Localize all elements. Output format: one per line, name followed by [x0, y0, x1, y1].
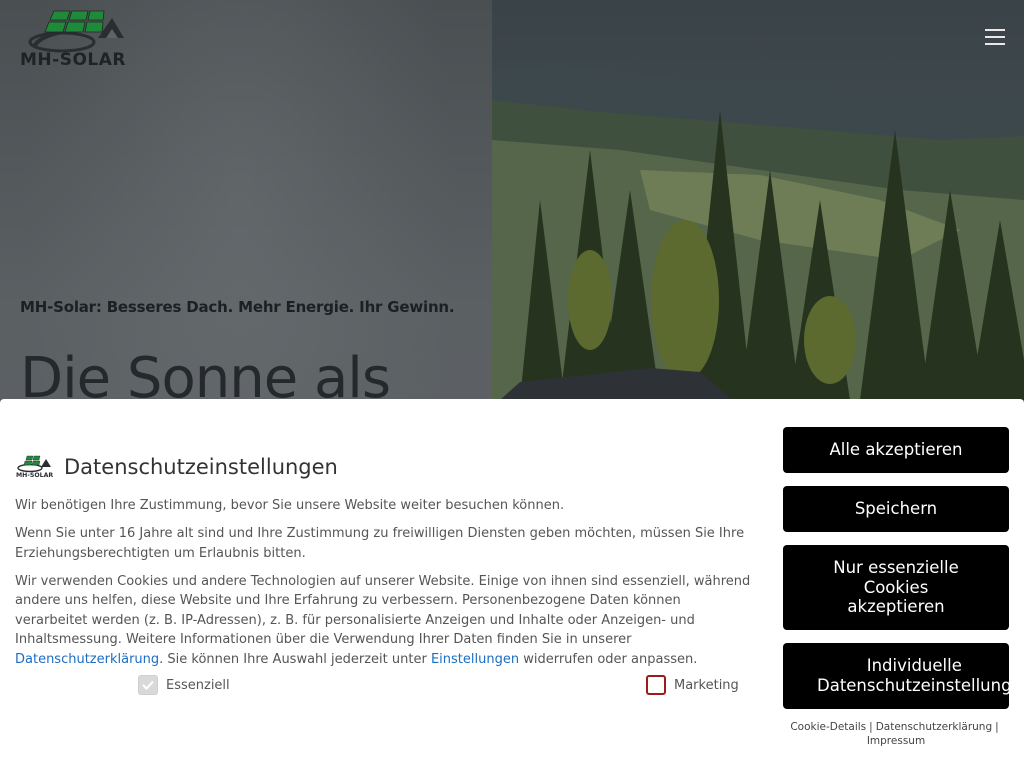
hamburger-menu-icon[interactable]	[982, 24, 1008, 48]
consent-body: Wir benötigen Ihre Zustimmung, bevor Sie…	[15, 496, 755, 678]
consent-logo-text: MH-SOLAR	[16, 472, 53, 479]
individual-settings-label-line1: Individuelle	[866, 656, 962, 676]
consent-intro-text: Wir benötigen Ihre Zustimmung, bevor Sie…	[15, 498, 565, 513]
cookie-details-link[interactable]: Cookie-Details	[790, 721, 866, 733]
footer-separator: |	[995, 721, 999, 733]
hero-tagline: MH-Solar: Besseres Dach. Mehr Energie. I…	[20, 298, 455, 316]
marketing-checkbox[interactable]: Marketing	[646, 675, 739, 695]
consent-cookies-text: Wir verwenden Cookies und andere Technol…	[15, 572, 755, 670]
marketing-checkbox-box[interactable]	[646, 675, 666, 695]
individual-settings-label-line2: Datenschutzeinstellung	[817, 676, 1012, 695]
essential-checkbox[interactable]: Essenziell	[138, 675, 230, 695]
individual-privacy-settings-button[interactable]: Individuelle Datenschutzeinstellung	[783, 643, 1012, 709]
checkmark-icon	[142, 680, 154, 690]
accept-essential-only-button[interactable]: Nur essenzielle Cookies akzeptieren	[783, 545, 1009, 630]
essential-checkbox-label: Essenziell	[166, 677, 230, 693]
accept-all-button[interactable]: Alle akzeptieren	[783, 427, 1009, 473]
save-button[interactable]: Speichern	[783, 486, 1009, 532]
consent-header: MH-SOLAR Datenschutzeinstellungen	[15, 455, 338, 479]
essential-checkbox-box[interactable]	[138, 675, 158, 695]
privacy-policy-link[interactable]: Datenschutzerklärung	[15, 652, 159, 667]
settings-link[interactable]: Einstellungen	[431, 652, 519, 667]
site-logo-text: MH-SOLAR	[20, 50, 126, 70]
consent-footer-links: Cookie-Details | Datenschutzerklärung | Imp…	[783, 720, 1009, 748]
cookie-consent-dialog: MH-SOLAR Datenschutzeinstellungen Wir be…	[0, 399, 1024, 768]
consent-logo: MH-SOLAR	[16, 455, 53, 479]
consent-cookies-text-part1: Wir verwenden Cookies und andere Technol…	[15, 573, 751, 648]
marketing-checkbox-label: Marketing	[674, 677, 739, 693]
imprint-link[interactable]: Impressum	[867, 735, 925, 747]
consent-cookies-text-part3: widerrufen oder anpassen.	[519, 651, 698, 667]
consent-minors-text: Wenn Sie unter 16 Jahre alt sind und Ihr…	[15, 525, 745, 561]
footer-privacy-link[interactable]: Datenschutzerklärung	[876, 721, 992, 733]
consent-cookies-text-part2: . Sie können Ihre Auswahl jederzeit unte…	[159, 651, 431, 667]
consent-title: Datenschutzeinstellungen	[64, 455, 338, 479]
footer-separator: |	[869, 721, 873, 733]
